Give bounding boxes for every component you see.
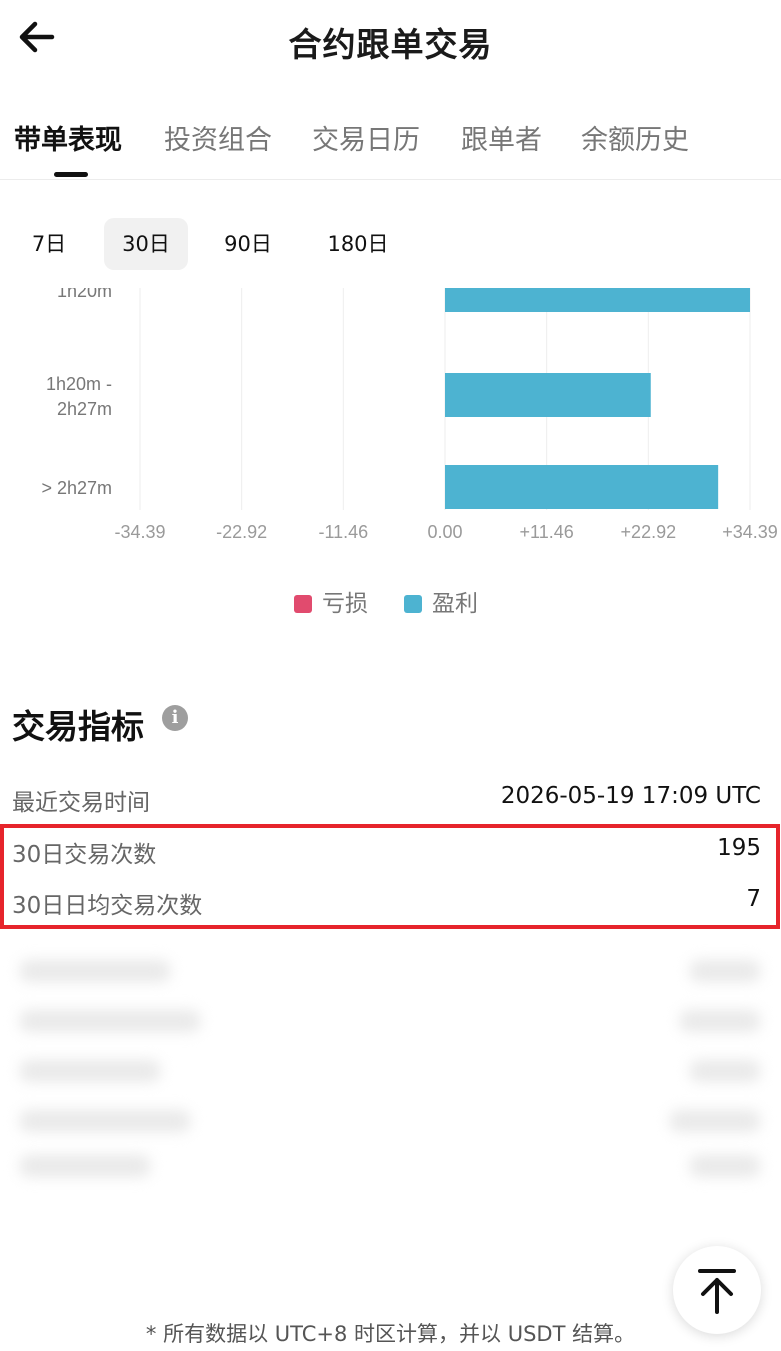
chart-svg: -34.39 -22.92 -11.46 0.00 +11.46 +22.92 +34.39… bbox=[41, 288, 778, 542]
bar-profit[interactable] bbox=[445, 288, 750, 312]
tab-trade-calendar[interactable]: 交易日历 bbox=[312, 118, 420, 157]
blurred-line bbox=[20, 960, 170, 982]
footnote: * 所有数据以 UTC+8 时区计算，并以 USDT 结算。 bbox=[145, 1322, 636, 1346]
legend-loss-label: 亏损 bbox=[322, 591, 368, 617]
metric-label: 最近交易时间 bbox=[12, 790, 150, 816]
legend-profit-label: 盈利 bbox=[432, 591, 478, 617]
x-tick-label: -34.39 bbox=[114, 522, 165, 542]
x-tick-label: 0.00 bbox=[427, 522, 462, 542]
blurred-line bbox=[690, 1060, 760, 1082]
x-tick-label: +11.46 bbox=[520, 522, 574, 542]
tab-followers[interactable]: 跟单者 bbox=[461, 118, 542, 157]
page-title: 合约跟单交易 bbox=[288, 25, 493, 64]
blurred-line bbox=[20, 1060, 160, 1082]
tab-bar: 带单表现 投资组合 交易日历 跟单者 余额历史 bbox=[0, 100, 781, 180]
blurred-line bbox=[680, 1010, 760, 1032]
tab-portfolio[interactable]: 投资组合 bbox=[164, 118, 272, 157]
holding-time-chart: -34.39 -22.92 -11.46 0.00 +11.46 +22.92 +34.39… bbox=[0, 288, 781, 558]
y-category-label: 1h20m - bbox=[46, 374, 112, 394]
blurred-content bbox=[0, 940, 781, 1200]
blurred-line bbox=[20, 1155, 150, 1177]
period-7d[interactable]: 7日 bbox=[18, 218, 80, 270]
x-tick-label: -11.46 bbox=[318, 522, 368, 542]
metric-row-last-trade: 最近交易时间 2026-05-19 17:09 UTC bbox=[12, 783, 761, 823]
period-90d[interactable]: 90日 bbox=[212, 218, 284, 270]
chart-legend: 亏损 盈利 bbox=[0, 580, 781, 620]
profit-swatch bbox=[404, 595, 422, 613]
y-category-label: 2h27m bbox=[57, 399, 112, 419]
period-180d[interactable]: 180日 bbox=[316, 218, 400, 270]
y-category-label: > 2h27m bbox=[41, 478, 112, 498]
y-category-label: 1h20m bbox=[57, 288, 112, 301]
bar-profit[interactable] bbox=[445, 373, 651, 417]
blurred-line bbox=[690, 960, 760, 982]
blurred-line bbox=[20, 1110, 190, 1132]
loss-swatch bbox=[294, 595, 312, 613]
period-selector: 7日 30日 90日 180日 bbox=[0, 212, 781, 272]
legend-profit: 盈利 bbox=[404, 584, 478, 618]
x-tick-label: +22.92 bbox=[621, 522, 677, 542]
blurred-line bbox=[690, 1155, 760, 1177]
x-tick-label: -22.92 bbox=[216, 522, 267, 542]
section-title-trading-metrics: 交易指标 bbox=[12, 707, 144, 746]
tab-balance-history[interactable]: 余额历史 bbox=[581, 118, 689, 157]
blurred-line bbox=[20, 1010, 200, 1032]
header: 合约跟单交易 bbox=[0, 0, 781, 86]
active-tab-indicator bbox=[54, 172, 88, 177]
metric-value: 2026-05-19 17:09 UTC bbox=[500, 783, 761, 809]
tab-performance[interactable]: 带单表现 bbox=[14, 118, 122, 157]
blurred-line bbox=[670, 1110, 760, 1132]
period-30d[interactable]: 30日 bbox=[104, 218, 188, 270]
highlight-box bbox=[0, 824, 780, 929]
bar-profit[interactable] bbox=[445, 465, 719, 509]
info-icon[interactable]: i bbox=[162, 705, 188, 731]
x-tick-label: +34.39 bbox=[722, 522, 778, 542]
legend-loss: 亏损 bbox=[294, 584, 368, 618]
